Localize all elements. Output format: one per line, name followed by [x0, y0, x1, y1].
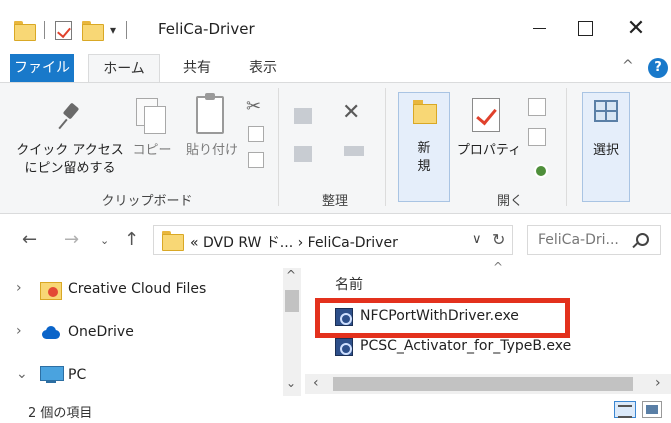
history-icon[interactable]: [534, 164, 548, 178]
nav-item-creative-cloud[interactable]: › Creative Cloud Files: [0, 274, 280, 304]
navigation-pane: › Creative Cloud Files › OneDrive ⌄ PC: [0, 268, 305, 396]
tab-home[interactable]: ホーム: [88, 54, 160, 83]
refresh-icon[interactable]: ↻: [492, 230, 505, 249]
organize-group-label: 整理: [321, 194, 348, 209]
clipboard-group-label: クリップボード: [101, 194, 193, 209]
nav-item-label: Creative Cloud Files: [68, 281, 207, 297]
rename-icon[interactable]: [344, 146, 364, 156]
recent-locations-icon[interactable]: ⌄: [100, 234, 109, 247]
ribbon-tabs: ファイル ホーム 共有 表示 ^: [0, 54, 671, 83]
scrollbar-thumb[interactable]: [333, 377, 633, 391]
nav-item-label: PC: [68, 367, 87, 383]
delete-icon[interactable]: ✕: [342, 100, 360, 125]
details-view-icon[interactable]: [614, 401, 636, 418]
scrollbar-thumb[interactable]: [285, 290, 299, 312]
up-icon[interactable]: ↑: [124, 229, 139, 250]
file-name: PCSC_Activator_for_TypeB.exe: [360, 338, 572, 354]
expand-chevron-icon[interactable]: ›: [16, 323, 22, 339]
address-bar[interactable]: « DVD RW ド... › FeliCa-Driver ∨ ↻: [153, 225, 513, 255]
large-icons-view-icon[interactable]: [642, 401, 662, 418]
search-icon[interactable]: [636, 233, 649, 246]
pin-quick-access-button[interactable]: クイック アクセス にピン留めする: [14, 142, 126, 178]
forward-icon[interactable]: →: [64, 229, 79, 250]
minimize-button[interactable]: [516, 12, 562, 44]
folder-icon[interactable]: [14, 21, 36, 41]
new-folder-icon[interactable]: [82, 21, 104, 41]
new-label-line1: 新: [417, 141, 431, 156]
tab-file[interactable]: ファイル: [10, 54, 74, 82]
nav-item-onedrive[interactable]: › OneDrive: [0, 317, 280, 347]
title-bar: ▾ FeliCa-Driver ✕: [0, 0, 671, 54]
quick-access-toolbar: ▾: [14, 16, 137, 44]
file-list-scrollbar[interactable]: ‹ ›: [305, 374, 671, 394]
properties-button[interactable]: プロパティ: [456, 142, 522, 160]
scroll-up-icon[interactable]: ^: [286, 268, 296, 282]
onedrive-cloud-icon: [40, 326, 62, 340]
group-divider: [566, 88, 567, 206]
address-dropdown-icon[interactable]: ∨: [472, 232, 482, 247]
group-divider: [278, 88, 279, 206]
paste-button[interactable]: 貼り付け: [180, 142, 244, 160]
copy-path-icon[interactable]: [248, 126, 264, 142]
tab-share[interactable]: 共有: [174, 54, 220, 82]
maximize-button[interactable]: [562, 12, 608, 44]
move-to-icon[interactable]: [294, 108, 312, 124]
help-icon[interactable]: ?: [648, 58, 668, 78]
pc-icon: [40, 366, 64, 383]
pin-icon[interactable]: [58, 104, 84, 130]
new-button-label: 新 規: [398, 140, 450, 176]
copy-button[interactable]: コピー: [126, 142, 178, 160]
address-folder-icon: [162, 231, 184, 251]
pin-label-line1: クイック アクセス: [16, 143, 124, 158]
select-grid-icon: [594, 100, 618, 122]
search-placeholder: FeliCa-Dri...: [538, 232, 619, 248]
open-group-label: 開く: [496, 194, 523, 209]
copy-icon[interactable]: [136, 98, 166, 134]
select-button-label: 選択: [592, 143, 619, 158]
new-label-line2: 規: [417, 159, 431, 174]
qat-dropdown-icon[interactable]: ▾: [110, 23, 116, 37]
scroll-right-icon[interactable]: ›: [655, 375, 661, 391]
search-input[interactable]: FeliCa-Dri...: [527, 225, 661, 255]
properties-check-icon[interactable]: [55, 20, 72, 40]
address-path[interactable]: « DVD RW ド... › FeliCa-Driver: [190, 232, 398, 252]
expand-chevron-icon[interactable]: ›: [16, 280, 22, 296]
back-icon[interactable]: ←: [22, 229, 37, 250]
paste-shortcut-icon[interactable]: [248, 152, 264, 168]
status-bar: 2 個の項目: [0, 396, 671, 423]
creative-cloud-folder-icon: [40, 280, 62, 300]
ribbon-collapse-icon[interactable]: ^: [622, 58, 634, 74]
item-count: 2 個の項目: [28, 406, 93, 421]
nav-pane-scrollbar[interactable]: ^ ⌄: [283, 268, 301, 396]
paste-icon[interactable]: [196, 93, 224, 134]
pin-label-line2: にピン留めする: [24, 161, 116, 176]
address-row: ← → ⌄ ↑ « DVD RW ド... › FeliCa-Driver ∨ …: [0, 214, 671, 268]
copy-to-icon[interactable]: [294, 146, 312, 162]
column-header-name[interactable]: 名前: [335, 274, 363, 294]
tab-view[interactable]: 表示: [240, 54, 286, 82]
title-separator: [126, 21, 128, 39]
close-button[interactable]: ✕: [613, 12, 659, 44]
scroll-left-icon[interactable]: ‹: [313, 375, 319, 391]
exe-file-icon: [335, 338, 353, 356]
window-title: FeliCa-Driver: [158, 20, 255, 38]
open-icon[interactable]: [528, 98, 546, 116]
highlight-annotation: [315, 298, 570, 338]
new-folder-ribbon-icon: [413, 100, 437, 124]
properties-icon[interactable]: [472, 98, 500, 132]
sort-ascending-icon: ^: [493, 260, 504, 274]
group-divider: [385, 88, 386, 206]
nav-item-pc[interactable]: ⌄ PC: [0, 360, 280, 390]
scroll-down-icon[interactable]: ⌄: [286, 376, 296, 390]
collapse-chevron-icon[interactable]: ⌄: [16, 366, 28, 382]
edit-icon[interactable]: [528, 128, 546, 146]
toolbar-separator: [44, 21, 45, 39]
cut-icon[interactable]: ✂: [246, 96, 261, 117]
nav-item-label: OneDrive: [68, 324, 134, 340]
